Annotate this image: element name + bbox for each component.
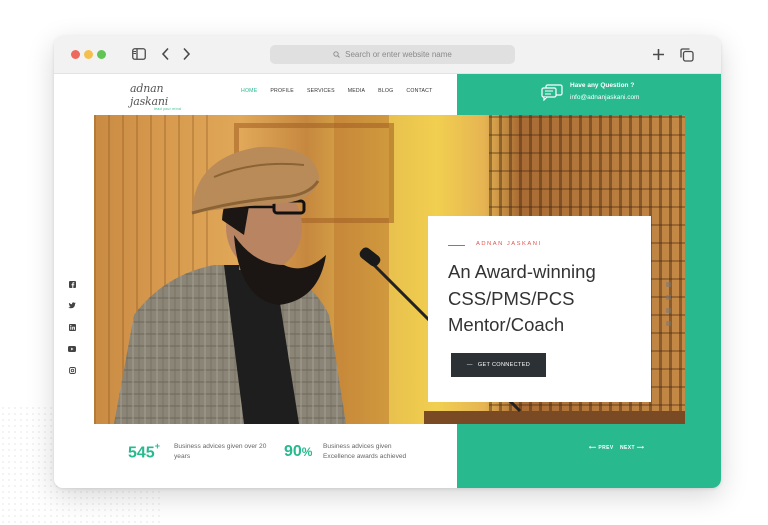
slider-dots	[666, 282, 672, 334]
linkedin-icon[interactable]	[68, 323, 76, 331]
stat-text: Business advices given Excellence awards…	[323, 443, 407, 460]
instagram-icon[interactable]	[68, 366, 76, 374]
minimize-window-button[interactable]	[84, 50, 93, 59]
new-tab-icon[interactable]	[652, 48, 665, 63]
next-button[interactable]: NEXT ⟶	[620, 445, 644, 451]
arrow-right-icon: ⟶	[634, 445, 645, 451]
nav-item-profile[interactable]: PROFILE	[270, 88, 294, 94]
slider-dot[interactable]	[666, 295, 671, 300]
sidebar-toggle-icon[interactable]	[132, 48, 146, 62]
hero-headline: An Award-winning CSS/PMS/PCS Mentor/Coac…	[448, 261, 596, 335]
tab-overview-icon[interactable]	[680, 48, 694, 64]
slider-dot[interactable]	[666, 321, 671, 326]
hero-overline: ADNAN JASKANI	[476, 241, 542, 247]
close-window-button[interactable]	[71, 50, 80, 59]
web-page: adnan jaskani lead your mind HOME PROFIL…	[54, 74, 721, 488]
chat-bubble-icon	[541, 84, 563, 101]
nav-item-contact[interactable]: CONTACT	[406, 88, 432, 94]
address-bar[interactable]: Search or enter website name	[270, 45, 515, 64]
stat-text: Business advices given over 20 years	[174, 443, 267, 460]
nav-item-media[interactable]: MEDIA	[348, 88, 365, 94]
youtube-icon[interactable]	[68, 345, 76, 353]
overline-rule	[448, 245, 465, 246]
search-icon	[333, 51, 340, 58]
nav-item-services[interactable]: SERVICES	[307, 88, 335, 94]
maximize-window-button[interactable]	[97, 50, 106, 59]
browser-toolbar: Search or enter website name	[54, 36, 721, 74]
hero-card: ADNAN JASKANI An Award-winning CSS/PMS/P…	[428, 216, 651, 402]
nav-item-blog[interactable]: BLOG	[378, 88, 393, 94]
get-connected-button[interactable]: — GET CONNECTED	[451, 353, 546, 377]
prev-button[interactable]: ⟵ PREV	[589, 445, 614, 451]
main-nav: HOME PROFILE SERVICES MEDIA BLOG CONTACT	[241, 88, 432, 94]
forward-icon[interactable]	[182, 47, 191, 63]
stat-number: 545+	[128, 441, 160, 462]
twitter-icon[interactable]	[68, 301, 76, 309]
slider-dot[interactable]	[666, 308, 671, 313]
question-email[interactable]: info@adnanjaskani.com	[570, 94, 639, 101]
slider-dot[interactable]	[666, 282, 671, 287]
dash-icon: —	[466, 362, 473, 368]
contact-question-block: Have any Question ? info@adnanjaskani.co…	[541, 80, 711, 106]
stat-number: 90%	[284, 443, 313, 460]
facebook-icon[interactable]	[68, 280, 76, 288]
question-title: Have any Question ?	[570, 82, 635, 89]
address-placeholder: Search or enter website name	[345, 50, 452, 59]
back-icon[interactable]	[161, 47, 170, 63]
nav-item-home[interactable]: HOME	[241, 88, 257, 94]
browser-window: Search or enter website name adnan jaska…	[54, 36, 721, 488]
arrow-left-icon: ⟵	[589, 445, 599, 451]
site-logo[interactable]: adnan jaskani lead your mind	[130, 82, 200, 111]
